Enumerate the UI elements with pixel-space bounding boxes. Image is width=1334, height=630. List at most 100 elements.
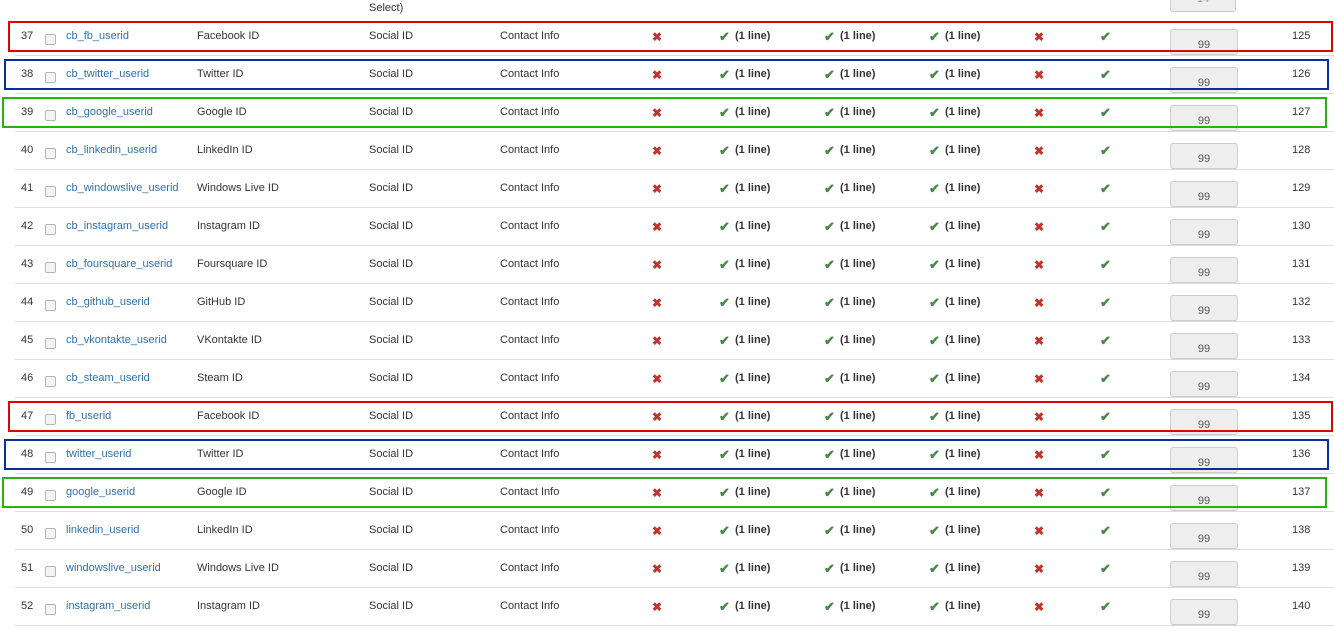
check-icon[interactable]: ✔: [1100, 599, 1111, 615]
check-icon[interactable]: ✔: [719, 105, 730, 121]
row-checkbox[interactable]: [45, 34, 56, 45]
field-name-link[interactable]: cb_vkontakte_userid: [66, 334, 167, 346]
ordering-input[interactable]: 99: [1170, 181, 1238, 207]
check-icon[interactable]: ✔: [719, 67, 730, 83]
cross-icon[interactable]: ✖: [652, 220, 662, 234]
check-icon[interactable]: ✔: [824, 333, 835, 349]
ordering-input[interactable]: 99: [1170, 599, 1238, 625]
ordering-input[interactable]: 99: [1170, 29, 1238, 55]
check-icon[interactable]: ✔: [719, 409, 730, 425]
check-icon[interactable]: ✔: [824, 561, 835, 577]
field-name-link[interactable]: instagram_userid: [66, 600, 150, 612]
row-checkbox[interactable]: [45, 338, 56, 349]
check-icon[interactable]: ✔: [824, 485, 835, 501]
cross-icon[interactable]: ✖: [652, 258, 662, 272]
cross-icon[interactable]: ✖: [1034, 258, 1044, 272]
check-icon[interactable]: ✔: [1100, 447, 1111, 463]
cross-icon[interactable]: ✖: [1034, 182, 1044, 196]
row-checkbox[interactable]: [45, 604, 56, 615]
row-checkbox[interactable]: [45, 490, 56, 501]
row-checkbox[interactable]: [45, 414, 56, 425]
check-icon[interactable]: ✔: [719, 523, 730, 539]
ordering-input[interactable]: 99: [1170, 257, 1238, 283]
check-icon[interactable]: ✔: [719, 599, 730, 615]
check-icon[interactable]: ✔: [719, 219, 730, 235]
ordering-input[interactable]: 99: [1170, 67, 1238, 93]
field-name-link[interactable]: fb_userid: [66, 410, 111, 422]
check-icon[interactable]: ✔: [1100, 105, 1111, 121]
check-icon[interactable]: ✔: [719, 561, 730, 577]
field-name-link[interactable]: cb_github_userid: [66, 296, 150, 308]
row-checkbox[interactable]: [45, 262, 56, 273]
row-checkbox[interactable]: [45, 148, 56, 159]
field-name-link[interactable]: cb_twitter_userid: [66, 68, 149, 80]
check-icon[interactable]: ✔: [1100, 219, 1111, 235]
cross-icon[interactable]: ✖: [652, 562, 662, 576]
ordering-input[interactable]: 99: [1170, 485, 1238, 511]
cross-icon[interactable]: ✖: [652, 600, 662, 614]
cross-icon[interactable]: ✖: [652, 334, 662, 348]
cross-icon[interactable]: ✖: [652, 372, 662, 386]
cross-icon[interactable]: ✖: [652, 68, 662, 82]
ordering-input[interactable]: 99: [1170, 333, 1238, 359]
check-icon[interactable]: ✔: [1100, 561, 1111, 577]
check-icon[interactable]: ✔: [929, 485, 940, 501]
field-name-link[interactable]: cb_fb_userid: [66, 30, 129, 42]
cross-icon[interactable]: ✖: [1034, 144, 1044, 158]
field-name-link[interactable]: google_userid: [66, 486, 135, 498]
cross-icon[interactable]: ✖: [1034, 448, 1044, 462]
ordering-input[interactable]: 99: [1170, 447, 1238, 473]
check-icon[interactable]: ✔: [824, 371, 835, 387]
check-icon[interactable]: ✔: [824, 409, 835, 425]
check-icon[interactable]: ✔: [929, 143, 940, 159]
field-name-link[interactable]: cb_linkedin_userid: [66, 144, 157, 156]
cross-icon[interactable]: ✖: [1034, 600, 1044, 614]
check-icon[interactable]: ✔: [929, 333, 940, 349]
check-icon[interactable]: ✔: [929, 219, 940, 235]
check-icon[interactable]: ✔: [824, 29, 835, 45]
row-checkbox[interactable]: [45, 224, 56, 235]
check-icon[interactable]: ✔: [1100, 371, 1111, 387]
cross-icon[interactable]: ✖: [652, 296, 662, 310]
row-checkbox[interactable]: [45, 566, 56, 577]
check-icon[interactable]: ✔: [1100, 143, 1111, 159]
check-icon[interactable]: ✔: [824, 67, 835, 83]
check-icon[interactable]: ✔: [929, 447, 940, 463]
ordering-input[interactable]: 99: [1170, 143, 1238, 169]
check-icon[interactable]: ✔: [1100, 485, 1111, 501]
field-name-link[interactable]: linkedin_userid: [66, 524, 139, 536]
ordering-input[interactable]: 99: [1170, 105, 1238, 131]
cross-icon[interactable]: ✖: [1034, 334, 1044, 348]
check-icon[interactable]: ✔: [719, 181, 730, 197]
check-icon[interactable]: ✔: [719, 295, 730, 311]
cross-icon[interactable]: ✖: [652, 486, 662, 500]
check-icon[interactable]: ✔: [929, 599, 940, 615]
cross-icon[interactable]: ✖: [1034, 106, 1044, 120]
row-checkbox[interactable]: [45, 72, 56, 83]
check-icon[interactable]: ✔: [1100, 181, 1111, 197]
row-checkbox[interactable]: [45, 528, 56, 539]
cross-icon[interactable]: ✖: [652, 410, 662, 424]
check-icon[interactable]: ✔: [719, 257, 730, 273]
field-name-link[interactable]: windowslive_userid: [66, 562, 161, 574]
cross-icon[interactable]: ✖: [1034, 68, 1044, 82]
check-icon[interactable]: ✔: [719, 143, 730, 159]
cross-icon[interactable]: ✖: [1034, 372, 1044, 386]
check-icon[interactable]: ✔: [824, 143, 835, 159]
check-icon[interactable]: ✔: [929, 523, 940, 539]
check-icon[interactable]: ✔: [929, 181, 940, 197]
check-icon[interactable]: ✔: [929, 371, 940, 387]
check-icon[interactable]: ✔: [1100, 409, 1111, 425]
check-icon[interactable]: ✔: [719, 29, 730, 45]
check-icon[interactable]: ✔: [824, 219, 835, 235]
row-checkbox[interactable]: [45, 186, 56, 197]
ordering-input-partial[interactable]: 14: [1170, 0, 1236, 12]
cross-icon[interactable]: ✖: [652, 30, 662, 44]
ordering-input[interactable]: 99: [1170, 409, 1238, 435]
field-name-link[interactable]: cb_windowslive_userid: [66, 182, 179, 194]
cross-icon[interactable]: ✖: [652, 524, 662, 538]
check-icon[interactable]: ✔: [929, 67, 940, 83]
cross-icon[interactable]: ✖: [1034, 30, 1044, 44]
cross-icon[interactable]: ✖: [1034, 410, 1044, 424]
check-icon[interactable]: ✔: [824, 447, 835, 463]
